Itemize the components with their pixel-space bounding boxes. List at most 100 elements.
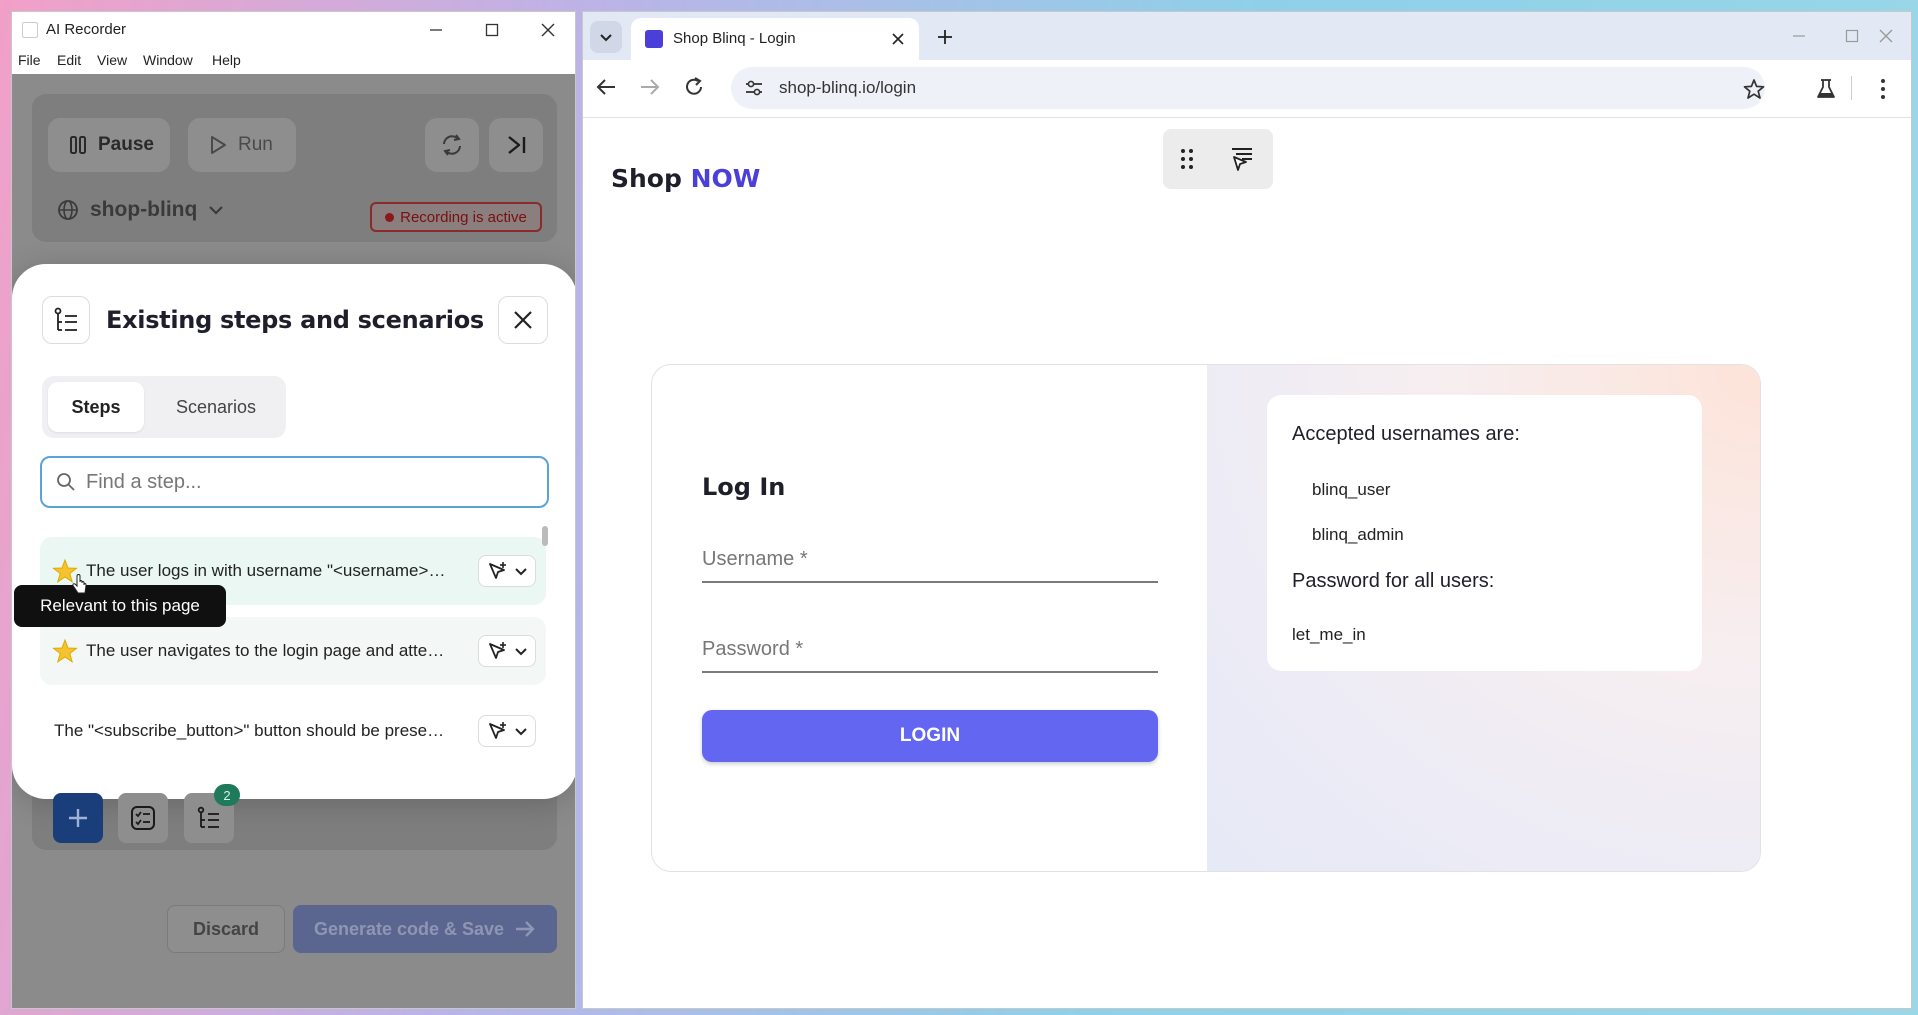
project-selector[interactable]: shop-blinq — [56, 198, 225, 222]
login-button[interactable]: LOGIN — [702, 710, 1158, 762]
star-outline-icon — [1743, 79, 1765, 99]
login-card: Log In LOGIN Accepted usernames are: bli… — [651, 364, 1761, 872]
credentials-box: Accepted usernames are: blinq_user blinq… — [1267, 395, 1702, 671]
tab-scenarios[interactable]: Scenarios — [154, 382, 278, 432]
steps-modal: Existing steps and scenarios Steps Scena… — [12, 264, 575, 799]
username-item: blinq_admin — [1312, 525, 1404, 544]
address-bar[interactable]: shop-blinq.io/login — [731, 67, 1765, 109]
chevron-down-icon[interactable] — [514, 724, 528, 738]
skip-end-icon — [508, 136, 526, 154]
username-input[interactable] — [702, 537, 1158, 581]
maximize-icon — [1845, 29, 1859, 43]
star-icon[interactable] — [52, 638, 78, 664]
steps-list-icon — [42, 296, 90, 344]
select-element-icon[interactable] — [1228, 145, 1256, 173]
browser-minimize-button[interactable] — [1771, 18, 1827, 54]
modal-title: Existing steps and scenarios — [106, 306, 484, 334]
search-icon — [57, 473, 75, 491]
drag-handle-icon[interactable] — [1180, 148, 1194, 170]
step-search-input[interactable] — [86, 470, 526, 494]
recorder-floating-toolbar — [1163, 129, 1273, 189]
step-text: The "<subscribe_button>" button should b… — [54, 721, 448, 740]
run-button[interactable]: Run — [188, 118, 296, 172]
password-field — [702, 627, 1158, 673]
site-settings-icon[interactable] — [743, 77, 765, 99]
username-field — [702, 537, 1158, 583]
step-item[interactable]: The user navigates to the login page and… — [40, 617, 546, 685]
menu-edit[interactable]: Edit — [57, 52, 81, 68]
add-step-icon[interactable] — [487, 641, 507, 661]
modal-tabs: Steps Scenarios — [42, 376, 286, 438]
more-vertical-icon — [1881, 79, 1885, 99]
chevron-down-icon — [600, 34, 612, 42]
refresh-button[interactable] — [425, 118, 479, 172]
play-icon — [211, 136, 226, 154]
chevron-down-icon[interactable] — [514, 564, 528, 578]
reload-button[interactable] — [683, 76, 705, 98]
step-count-badge: 2 — [214, 784, 240, 806]
brand-now: NOW — [690, 164, 761, 193]
generate-save-button[interactable]: Generate code & Save — [293, 905, 557, 953]
chevron-down-icon[interactable] — [514, 644, 528, 658]
maximize-icon — [485, 23, 499, 37]
refresh-icon — [443, 134, 461, 156]
recorder-window: AI Recorder File Edit View Window Help P… — [11, 11, 576, 1009]
menu-window[interactable]: Window — [143, 52, 193, 68]
discard-button[interactable]: Discard — [167, 905, 285, 953]
project-name: shop-blinq — [90, 198, 198, 221]
page-content: Shop NOW Log In LOGIN Accepted usernames… — [583, 119, 1911, 1008]
add-button[interactable] — [53, 793, 103, 843]
labs-button[interactable] — [1815, 78, 1837, 100]
bookmark-button[interactable] — [1743, 78, 1765, 100]
skip-to-end-button[interactable] — [489, 118, 543, 172]
steps-list-icon — [197, 806, 219, 828]
close-icon — [541, 23, 555, 37]
toolbar-divider — [1851, 76, 1852, 100]
close-window-button[interactable] — [520, 12, 575, 48]
add-step-icon[interactable] — [487, 561, 507, 581]
checklist-icon — [131, 806, 155, 830]
maximize-button[interactable] — [464, 12, 520, 48]
brand-logo[interactable]: Shop NOW — [611, 164, 760, 193]
password-value: let_me_in — [1292, 625, 1366, 644]
plus-icon — [938, 30, 952, 44]
window-title: AI Recorder — [46, 21, 127, 38]
username-item: blinq_user — [1312, 480, 1391, 499]
recording-status-text: Recording is active — [400, 208, 527, 226]
browser-menu-button[interactable] — [1879, 78, 1887, 100]
site-favicon-icon — [645, 30, 663, 48]
tab-steps[interactable]: Steps — [48, 382, 144, 432]
browser-toolbar: shop-blinq.io/login — [583, 60, 1911, 118]
tab-close-button[interactable] — [887, 28, 909, 50]
app-icon — [22, 22, 38, 38]
menu-file[interactable]: File — [18, 52, 41, 68]
browser-close-button[interactable] — [1861, 18, 1911, 54]
minimize-button[interactable] — [408, 12, 464, 48]
chevron-down-icon — [209, 206, 224, 215]
forward-button[interactable] — [639, 76, 661, 98]
close-icon — [892, 33, 904, 45]
reload-icon — [686, 77, 702, 95]
add-step-icon[interactable] — [487, 721, 507, 741]
generate-save-label: Generate code & Save — [313, 918, 505, 939]
tab-search-button[interactable] — [590, 21, 622, 53]
pause-button[interactable]: Pause — [48, 118, 170, 172]
run-label: Run — [238, 134, 273, 155]
scrollbar-thumb[interactable] — [542, 526, 548, 546]
brand-shop: Shop — [611, 164, 682, 193]
menu-view[interactable]: View — [97, 52, 127, 68]
recorder-titlebar: AI Recorder — [12, 12, 575, 48]
step-item[interactable]: The "<subscribe_button>" button should b… — [40, 697, 546, 765]
close-icon — [1879, 29, 1893, 43]
arrow-right-icon — [641, 79, 660, 95]
menu-help[interactable]: Help — [212, 52, 241, 68]
password-input[interactable] — [702, 627, 1158, 671]
modal-close-button[interactable] — [498, 296, 548, 344]
checklist-button[interactable] — [118, 793, 168, 843]
browser-tab[interactable]: Shop Blinq - Login — [631, 18, 919, 60]
plus-icon — [69, 809, 87, 827]
new-tab-button[interactable] — [933, 25, 957, 49]
hand-cursor-icon — [72, 574, 87, 594]
back-button[interactable] — [595, 76, 617, 98]
step-action-group — [478, 715, 536, 747]
